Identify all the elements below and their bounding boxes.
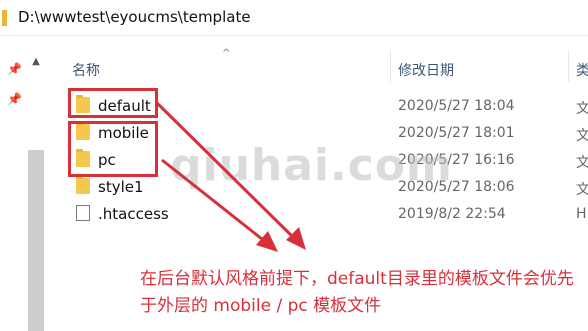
annotation-text: 在后台默认风格前提下，default目录里的模板文件会优先于外层的 mobile…	[140, 269, 574, 316]
arrow-head-icon	[286, 227, 306, 250]
arrow-head-icon	[256, 231, 278, 252]
arrow-line	[161, 158, 268, 245]
